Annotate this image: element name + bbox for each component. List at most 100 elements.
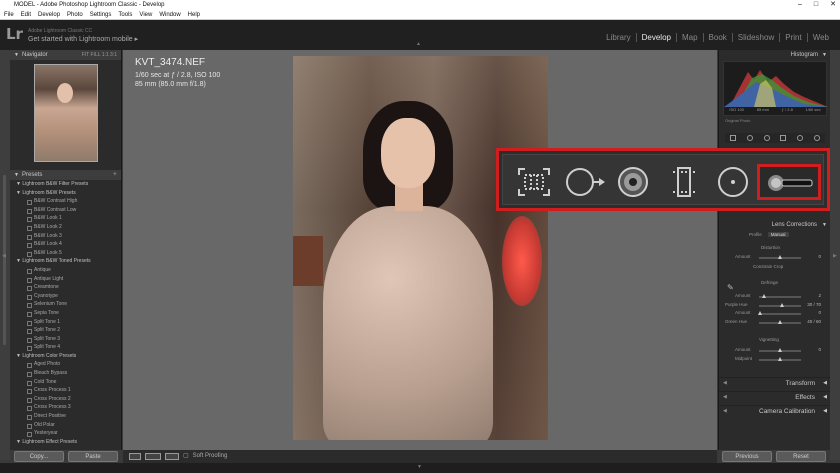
close-button[interactable]: ✕ xyxy=(830,0,836,10)
checkbox-icon[interactable]: ▢ xyxy=(183,450,189,463)
navigator-header[interactable]: ▼ Navigator FIT FILL 1:1 3:1 xyxy=(10,50,121,60)
tab-profile[interactable]: Profile xyxy=(749,232,762,237)
preset-item[interactable]: B&W Look 2 xyxy=(10,223,121,232)
preset-item[interactable]: Antique Light xyxy=(10,275,121,284)
slider-value[interactable]: 0 xyxy=(807,310,821,315)
adjustment-slider[interactable] xyxy=(759,302,801,307)
distortion-amount-slider[interactable] xyxy=(759,255,801,259)
radial-filter-icon[interactable] xyxy=(717,166,749,198)
adjustment-slider[interactable] xyxy=(759,348,801,352)
before-after-split-icon[interactable] xyxy=(165,453,179,460)
preset-item[interactable]: Split Tone 2 xyxy=(10,326,121,335)
navigator-preview[interactable] xyxy=(10,60,121,170)
adjustment-brush-icon[interactable] xyxy=(766,173,814,193)
preset-item[interactable]: Old Polar xyxy=(10,421,121,430)
preset-item[interactable]: Cyanotype xyxy=(10,292,121,301)
slider-value[interactable]: 2 xyxy=(807,293,821,298)
preset-item[interactable]: Cross Process 3 xyxy=(10,403,121,412)
previous-button[interactable]: Previous xyxy=(722,451,772,462)
transform-header[interactable]: ◀ Transform ◀ xyxy=(719,377,831,388)
preset-item[interactable]: B&W Look 5 xyxy=(10,249,121,258)
crop-tool-icon[interactable] xyxy=(730,135,737,141)
slider-knob[interactable] xyxy=(778,356,782,361)
module-book[interactable]: Book xyxy=(702,33,732,42)
slider-knob[interactable] xyxy=(778,255,782,259)
preset-item[interactable]: B&W Look 1 xyxy=(10,214,121,223)
preset-item[interactable]: Split Tone 3 xyxy=(10,335,121,344)
camera-calibration-header[interactable]: ◀ Camera Calibration ◀ xyxy=(719,405,831,416)
left-panel-toggle-icon[interactable]: ◀ xyxy=(2,253,6,259)
graduated-filter-icon[interactable] xyxy=(669,166,699,198)
menu-view[interactable]: View xyxy=(139,10,152,19)
add-preset-icon[interactable]: + xyxy=(113,170,117,180)
before-after-icon[interactable] xyxy=(145,453,161,460)
distortion-amount-value[interactable]: 0 xyxy=(807,254,821,259)
minimize-button[interactable]: – xyxy=(798,0,802,10)
maximize-button[interactable]: □ xyxy=(814,0,818,10)
mobile-link[interactable]: Get started with Lightroom mobile ▸ xyxy=(28,35,138,43)
slider-value[interactable]: 0 xyxy=(807,347,821,352)
eyedropper-icon[interactable]: ✎ xyxy=(727,283,734,292)
adjustment-brush-tool-icon[interactable] xyxy=(813,135,820,141)
top-panel-collapse-icon[interactable]: ▲ xyxy=(416,41,421,47)
menu-edit[interactable]: Edit xyxy=(21,10,31,19)
preset-item[interactable]: Bleach Bypass xyxy=(10,369,121,378)
preset-item[interactable]: Creamtone xyxy=(10,283,121,292)
preset-item[interactable]: Yesteryear xyxy=(10,429,121,438)
preset-group[interactable]: ▼ Lightroom B&W Filter Presets xyxy=(10,180,121,189)
preset-item[interactable]: Cold Tone xyxy=(10,378,121,387)
slider-knob[interactable] xyxy=(780,302,785,307)
lens-corrections-header[interactable]: Lens Corrections ▼ xyxy=(719,220,831,230)
preset-item[interactable]: Aged Photo xyxy=(10,360,121,369)
copy-button[interactable]: Copy... xyxy=(14,451,64,462)
histogram-header[interactable]: Histogram ▼ xyxy=(719,50,830,60)
effects-header[interactable]: ◀ Effects ◀ xyxy=(719,391,831,402)
slider-knob[interactable] xyxy=(778,348,782,352)
module-map[interactable]: Map xyxy=(675,33,703,42)
preset-item[interactable]: Cross Process 2 xyxy=(10,395,121,404)
red-eye-tool-icon[interactable] xyxy=(763,135,770,141)
preset-item[interactable]: B&W Contrast Low xyxy=(10,206,121,215)
tab-manual[interactable]: Manual xyxy=(767,232,789,237)
slider-value[interactable]: 30 / 70 xyxy=(807,302,821,307)
module-print[interactable]: Print xyxy=(779,33,806,42)
preset-item[interactable]: Split Tone 1 xyxy=(10,318,121,327)
module-library[interactable]: Library xyxy=(601,33,635,42)
preset-item[interactable]: Split Tone 4 xyxy=(10,343,121,352)
preset-group[interactable]: ▼ Lightroom B&W Presets xyxy=(10,189,121,198)
filmstrip-toggle-icon[interactable]: ▼ xyxy=(417,464,422,470)
slider-knob[interactable] xyxy=(757,311,762,316)
preset-item[interactable]: B&W Contrast High xyxy=(10,197,121,206)
graduated-filter-tool-icon[interactable] xyxy=(780,135,787,141)
menu-develop[interactable]: Develop xyxy=(38,10,60,19)
preset-item[interactable]: B&W Look 4 xyxy=(10,240,121,249)
slider-knob[interactable] xyxy=(778,319,782,324)
menu-help[interactable]: Help xyxy=(188,10,200,19)
paste-button[interactable]: Paste xyxy=(68,451,118,462)
preset-item[interactable]: Cross Process 1 xyxy=(10,386,121,395)
adjustment-slider[interactable] xyxy=(759,356,801,361)
spot-removal-tool-icon[interactable] xyxy=(746,135,753,141)
menu-tools[interactable]: Tools xyxy=(118,10,132,19)
loupe-view-icon[interactable] xyxy=(129,453,141,460)
menu-window[interactable]: Window xyxy=(159,10,180,19)
preset-item[interactable]: Antique xyxy=(10,266,121,275)
spot-removal-icon[interactable] xyxy=(565,166,607,198)
reset-button[interactable]: Reset xyxy=(776,451,826,462)
preset-item[interactable]: Sepia Tone xyxy=(10,309,121,318)
right-panel-toggle-icon[interactable]: ▶ xyxy=(833,253,837,259)
preset-item[interactable]: Selenium Tone xyxy=(10,300,121,309)
menu-settings[interactable]: Settings xyxy=(90,10,112,19)
presets-header[interactable]: ▼ Presets + xyxy=(10,170,121,180)
zoom-options[interactable]: FIT FILL 1:1 3:1 xyxy=(82,50,117,60)
menu-photo[interactable]: Photo xyxy=(67,10,83,19)
slider-value[interactable]: 40 / 60 xyxy=(807,319,821,324)
module-slideshow[interactable]: Slideshow xyxy=(731,33,779,42)
module-web[interactable]: Web xyxy=(806,33,834,42)
navigator-thumbnail[interactable] xyxy=(34,64,98,162)
image-canvas[interactable]: KVT_3474.NEF 1/60 sec at ƒ / 2.8, ISO 10… xyxy=(123,50,717,450)
slider-knob[interactable] xyxy=(762,294,767,298)
radial-filter-tool-icon[interactable] xyxy=(796,135,803,141)
preset-item[interactable]: Direct Positive xyxy=(10,412,121,421)
preset-group[interactable]: ▼ Lightroom Color Presets xyxy=(10,352,121,361)
